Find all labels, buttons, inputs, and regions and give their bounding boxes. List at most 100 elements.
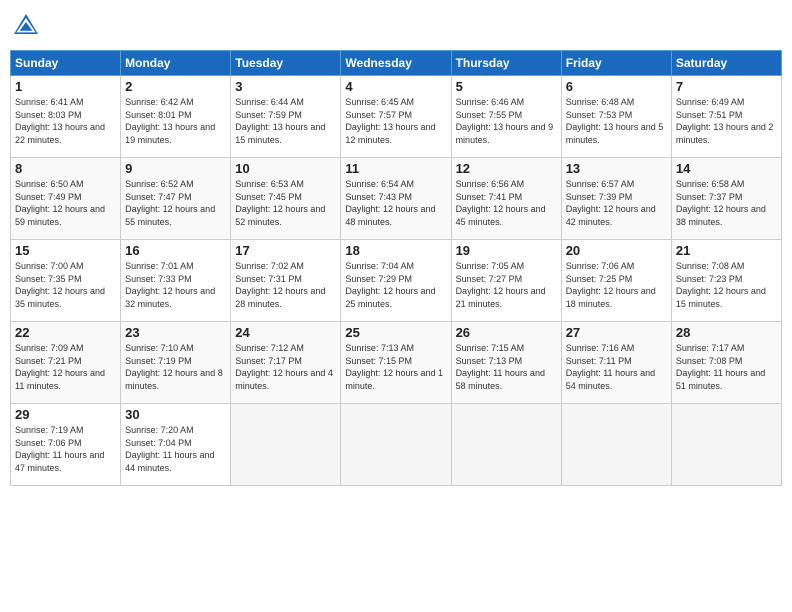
calendar-cell: 7Sunrise: 6:49 AMSunset: 7:51 PMDaylight… xyxy=(671,76,781,158)
calendar-week-row: 1Sunrise: 6:41 AMSunset: 8:03 PMDaylight… xyxy=(11,76,782,158)
day-number: 15 xyxy=(15,243,116,258)
calendar-cell xyxy=(451,404,561,486)
cell-info: Sunrise: 7:00 AMSunset: 7:35 PMDaylight:… xyxy=(15,260,116,310)
day-number: 2 xyxy=(125,79,226,94)
calendar-cell xyxy=(561,404,671,486)
calendar-cell: 24 Sunrise: 7:12 AMSunset: 7:17 PMDayligh… xyxy=(231,322,341,404)
cell-info: Sunrise: 6:53 AMSunset: 7:45 PMDaylight:… xyxy=(235,178,336,228)
day-of-week-header: Monday xyxy=(121,51,231,76)
calendar-cell: 1Sunrise: 6:41 AMSunset: 8:03 PMDaylight… xyxy=(11,76,121,158)
cell-info: Sunrise: 7:13 AMSunset: 7:15 PMDaylight:… xyxy=(345,342,446,392)
calendar-header-row: SundayMondayTuesdayWednesdayThursdayFrid… xyxy=(11,51,782,76)
calendar-cell: 29Sunrise: 7:19 AMSunset: 7:06 PMDayligh… xyxy=(11,404,121,486)
day-number: 19 xyxy=(456,243,557,258)
calendar-cell: 18 Sunrise: 7:04 AMSunset: 7:29 PMDayligh… xyxy=(341,240,451,322)
day-of-week-header: Sunday xyxy=(11,51,121,76)
day-number: 17 xyxy=(235,243,336,258)
calendar-cell: 3 Sunrise: 6:44 AMSunset: 7:59 PMDaylight… xyxy=(231,76,341,158)
cell-info: Sunrise: 6:52 AMSunset: 7:47 PMDaylight:… xyxy=(125,178,226,228)
cell-info: Sunrise: 6:57 AMSunset: 7:39 PMDaylight:… xyxy=(566,178,667,228)
day-number: 10 xyxy=(235,161,336,176)
calendar-table: SundayMondayTuesdayWednesdayThursdayFrid… xyxy=(10,50,782,486)
day-of-week-header: Saturday xyxy=(671,51,781,76)
cell-info: Sunrise: 7:12 AMSunset: 7:17 PMDaylight:… xyxy=(235,342,336,392)
calendar-week-row: 15 Sunrise: 7:00 AMSunset: 7:35 PMDayligh… xyxy=(11,240,782,322)
cell-info: Sunrise: 7:09 AMSunset: 7:21 PMDaylight:… xyxy=(15,342,116,392)
page-header xyxy=(10,10,782,42)
calendar-cell: 4Sunrise: 6:45 AMSunset: 7:57 PMDaylight… xyxy=(341,76,451,158)
cell-info: Sunrise: 7:04 AMSunset: 7:29 PMDaylight:… xyxy=(345,260,446,310)
calendar-cell: 27Sunrise: 7:16 AMSunset: 7:11 PMDayligh… xyxy=(561,322,671,404)
cell-info: Sunrise: 6:50 AMSunset: 7:49 PMDaylight:… xyxy=(15,178,116,228)
day-of-week-header: Friday xyxy=(561,51,671,76)
day-number: 28 xyxy=(676,325,777,340)
day-number: 30 xyxy=(125,407,226,422)
cell-info: Sunrise: 6:58 AMSunset: 7:37 PMDaylight:… xyxy=(676,178,777,228)
day-number: 12 xyxy=(456,161,557,176)
day-number: 5 xyxy=(456,79,557,94)
calendar-week-row: 29Sunrise: 7:19 AMSunset: 7:06 PMDayligh… xyxy=(11,404,782,486)
day-number: 18 xyxy=(345,243,446,258)
day-number: 24 xyxy=(235,325,336,340)
day-number: 29 xyxy=(15,407,116,422)
calendar-cell xyxy=(231,404,341,486)
cell-info: Sunrise: 6:44 AMSunset: 7:59 PMDaylight:… xyxy=(235,96,336,146)
calendar-cell: 10 Sunrise: 6:53 AMSunset: 7:45 PMDayligh… xyxy=(231,158,341,240)
calendar-cell xyxy=(341,404,451,486)
calendar-cell: 11 Sunrise: 6:54 AMSunset: 7:43 PMDayligh… xyxy=(341,158,451,240)
calendar-cell: 19 Sunrise: 7:05 AMSunset: 7:27 PMDayligh… xyxy=(451,240,561,322)
day-number: 20 xyxy=(566,243,667,258)
cell-info: Sunrise: 6:41 AMSunset: 8:03 PMDaylight:… xyxy=(15,96,116,146)
calendar-cell: 5 Sunrise: 6:46 AMSunset: 7:55 PMDaylight… xyxy=(451,76,561,158)
calendar-cell: 30Sunrise: 7:20 AMSunset: 7:04 PMDayligh… xyxy=(121,404,231,486)
day-number: 26 xyxy=(456,325,557,340)
day-number: 22 xyxy=(15,325,116,340)
calendar-cell: 26 Sunrise: 7:15 AMSunset: 7:13 PMDayligh… xyxy=(451,322,561,404)
calendar-cell: 25 Sunrise: 7:13 AMSunset: 7:15 PMDayligh… xyxy=(341,322,451,404)
cell-info: Sunrise: 7:15 AMSunset: 7:13 PMDaylight:… xyxy=(456,342,557,392)
day-number: 21 xyxy=(676,243,777,258)
logo-icon xyxy=(10,10,42,42)
calendar-cell: 23Sunrise: 7:10 AMSunset: 7:19 PMDayligh… xyxy=(121,322,231,404)
cell-info: Sunrise: 6:56 AMSunset: 7:41 PMDaylight:… xyxy=(456,178,557,228)
day-number: 6 xyxy=(566,79,667,94)
day-number: 25 xyxy=(345,325,446,340)
cell-info: Sunrise: 6:42 AMSunset: 8:01 PMDaylight:… xyxy=(125,96,226,146)
calendar-cell: 22 Sunrise: 7:09 AMSunset: 7:21 PMDayligh… xyxy=(11,322,121,404)
calendar-cell: 13 Sunrise: 6:57 AMSunset: 7:39 PMDayligh… xyxy=(561,158,671,240)
calendar-week-row: 22 Sunrise: 7:09 AMSunset: 7:21 PMDayligh… xyxy=(11,322,782,404)
calendar-cell: 17 Sunrise: 7:02 AMSunset: 7:31 PMDayligh… xyxy=(231,240,341,322)
cell-info: Sunrise: 7:02 AMSunset: 7:31 PMDaylight:… xyxy=(235,260,336,310)
day-number: 13 xyxy=(566,161,667,176)
cell-info: Sunrise: 7:08 AMSunset: 7:23 PMDaylight:… xyxy=(676,260,777,310)
calendar-cell: 2 Sunrise: 6:42 AMSunset: 8:01 PMDaylight… xyxy=(121,76,231,158)
cell-info: Sunrise: 7:06 AMSunset: 7:25 PMDaylight:… xyxy=(566,260,667,310)
day-number: 16 xyxy=(125,243,226,258)
day-number: 27 xyxy=(566,325,667,340)
day-number: 3 xyxy=(235,79,336,94)
calendar-cell: 14 Sunrise: 6:58 AMSunset: 7:37 PMDayligh… xyxy=(671,158,781,240)
cell-info: Sunrise: 6:48 AMSunset: 7:53 PMDaylight:… xyxy=(566,96,667,146)
calendar-cell: 9 Sunrise: 6:52 AMSunset: 7:47 PMDaylight… xyxy=(121,158,231,240)
cell-info: Sunrise: 7:05 AMSunset: 7:27 PMDaylight:… xyxy=(456,260,557,310)
cell-info: Sunrise: 6:54 AMSunset: 7:43 PMDaylight:… xyxy=(345,178,446,228)
calendar-cell: 15 Sunrise: 7:00 AMSunset: 7:35 PMDayligh… xyxy=(11,240,121,322)
calendar-cell: 8 Sunrise: 6:50 AMSunset: 7:49 PMDaylight… xyxy=(11,158,121,240)
cell-info: Sunrise: 6:46 AMSunset: 7:55 PMDaylight:… xyxy=(456,96,557,146)
day-number: 9 xyxy=(125,161,226,176)
cell-info: Sunrise: 7:01 AMSunset: 7:33 PMDaylight:… xyxy=(125,260,226,310)
day-number: 14 xyxy=(676,161,777,176)
calendar-week-row: 8 Sunrise: 6:50 AMSunset: 7:49 PMDaylight… xyxy=(11,158,782,240)
calendar-cell: 20 Sunrise: 7:06 AMSunset: 7:25 PMDayligh… xyxy=(561,240,671,322)
cell-info: Sunrise: 7:10 AMSunset: 7:19 PMDaylight:… xyxy=(125,342,226,392)
cell-info: Sunrise: 6:49 AMSunset: 7:51 PMDaylight:… xyxy=(676,96,777,146)
logo xyxy=(10,10,46,42)
calendar-cell: 12 Sunrise: 6:56 AMSunset: 7:41 PMDayligh… xyxy=(451,158,561,240)
day-number: 11 xyxy=(345,161,446,176)
day-of-week-header: Thursday xyxy=(451,51,561,76)
calendar-cell: 16 Sunrise: 7:01 AMSunset: 7:33 PMDayligh… xyxy=(121,240,231,322)
calendar-cell: 21 Sunrise: 7:08 AMSunset: 7:23 PMDayligh… xyxy=(671,240,781,322)
day-of-week-header: Tuesday xyxy=(231,51,341,76)
day-of-week-header: Wednesday xyxy=(341,51,451,76)
day-number: 8 xyxy=(15,161,116,176)
